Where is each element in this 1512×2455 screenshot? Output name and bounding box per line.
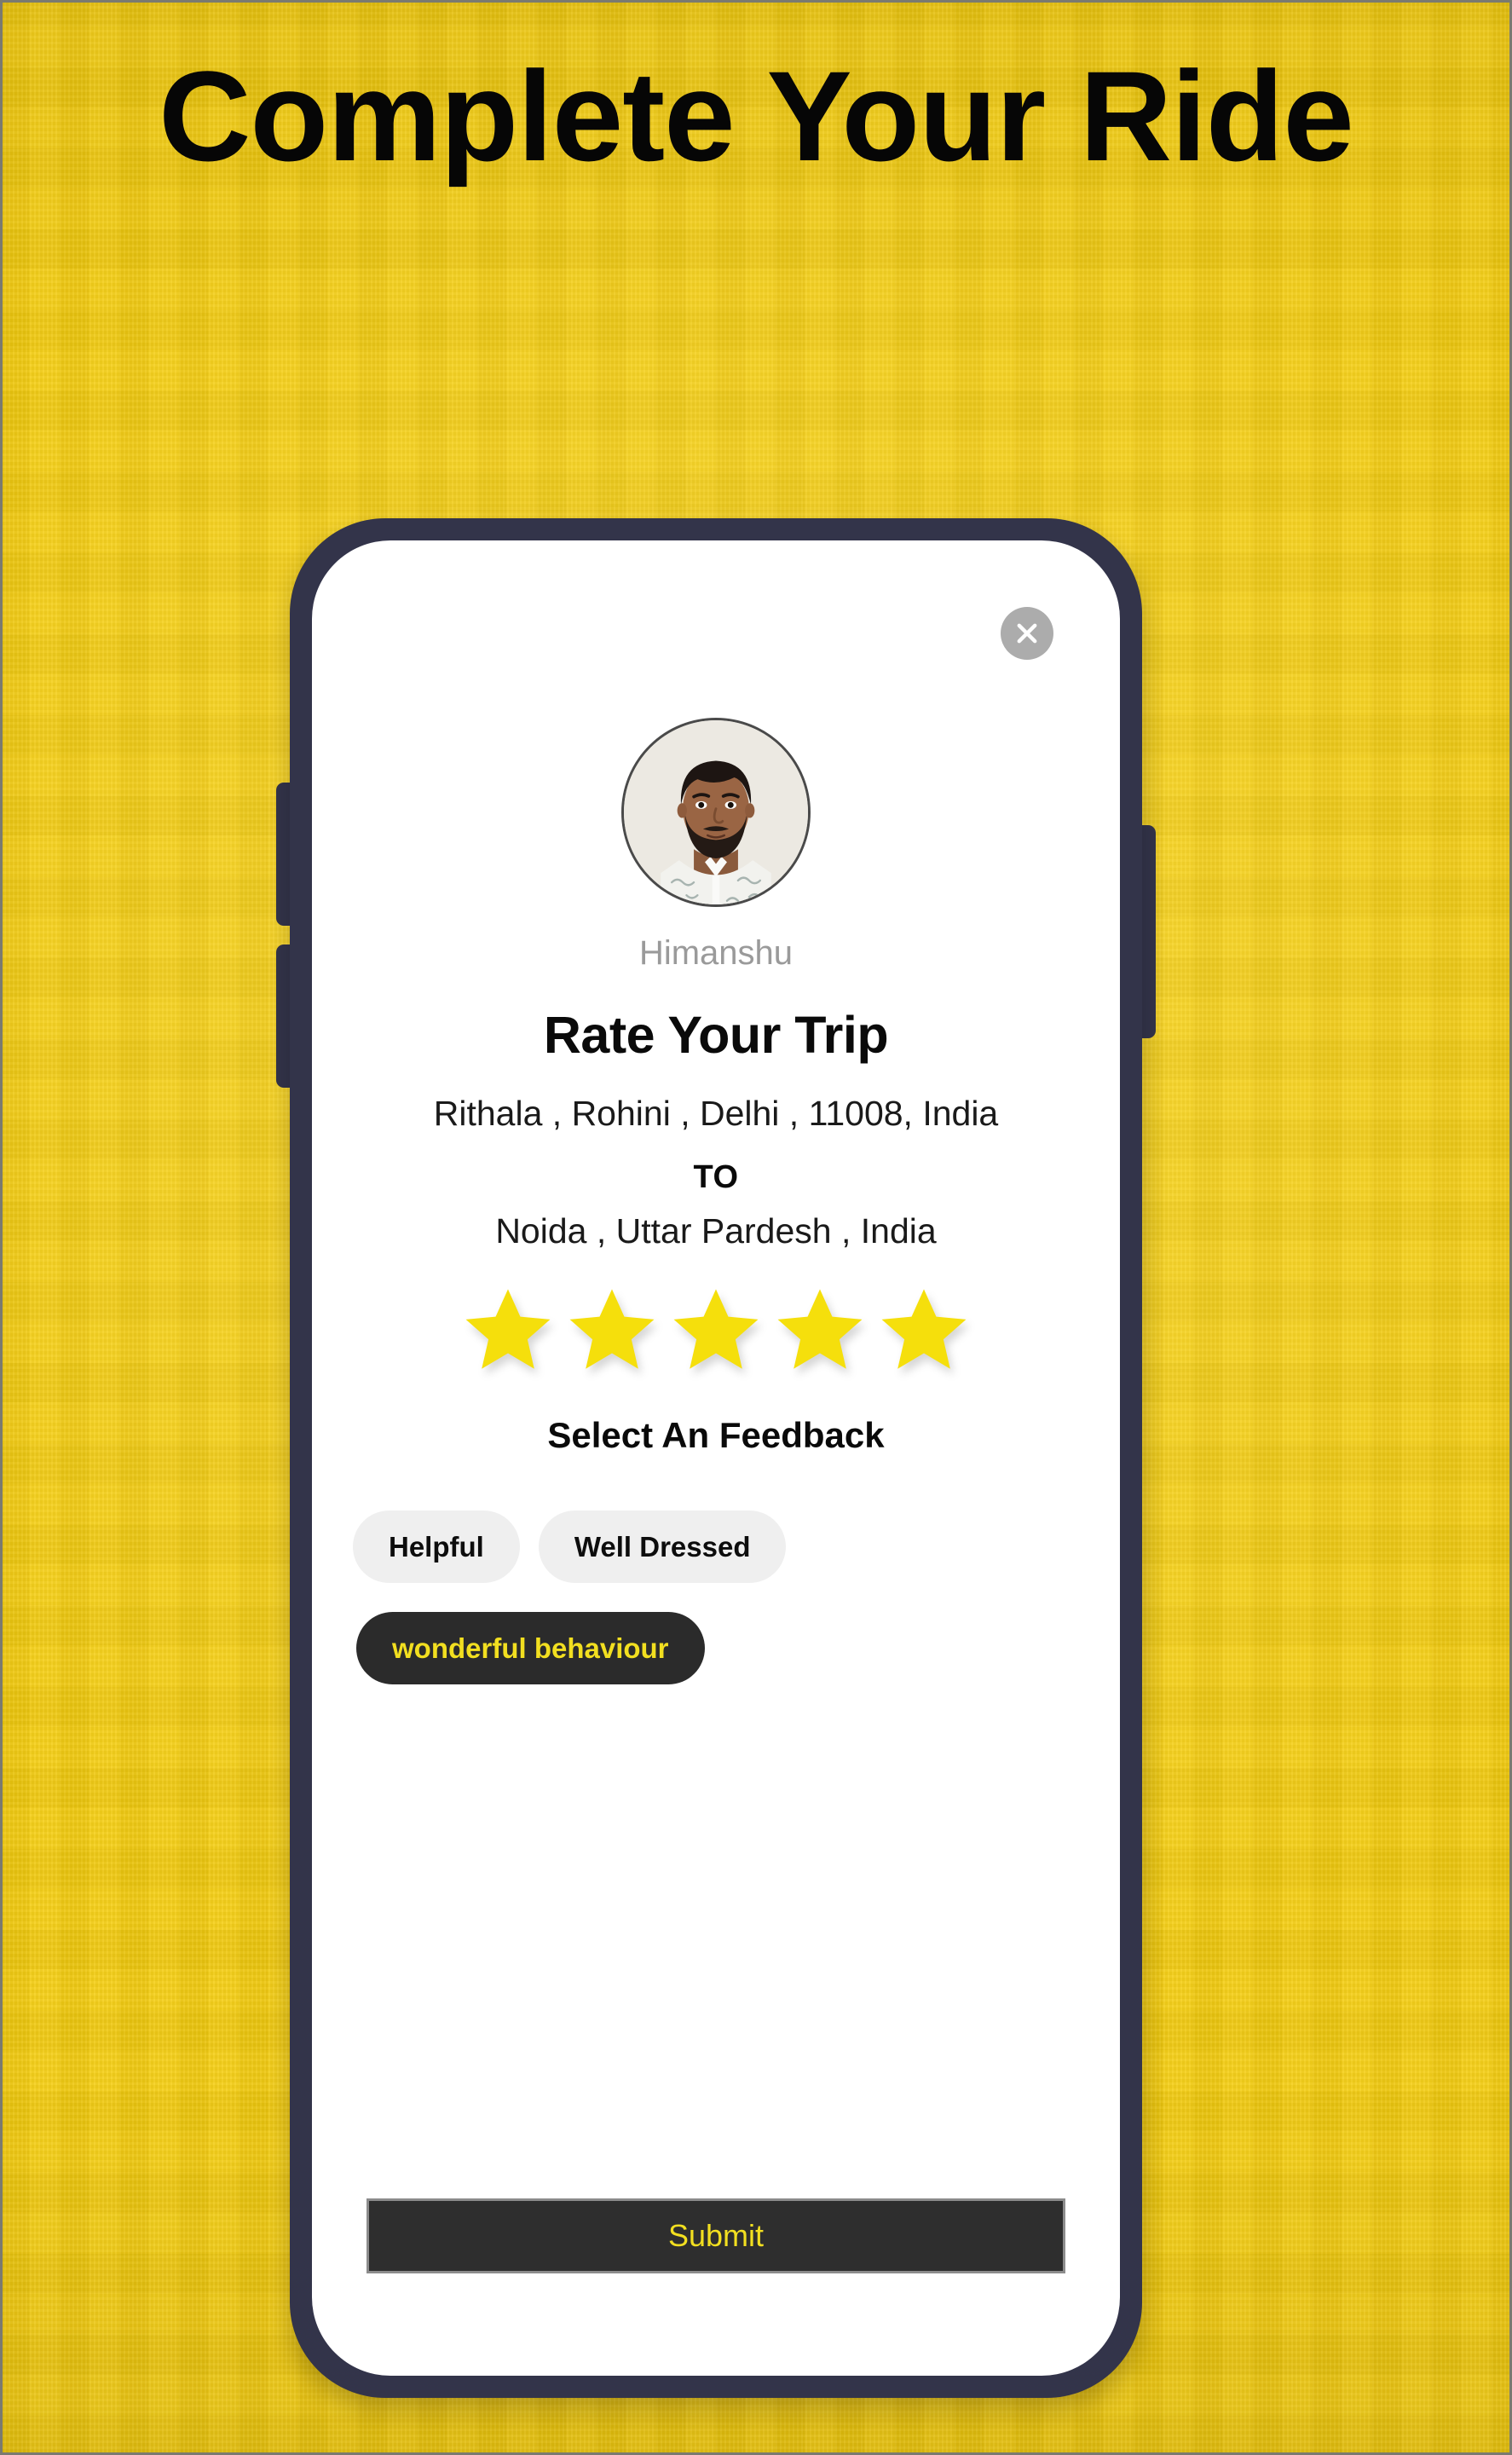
dropoff-address: Noida , Uttar Pardesh , India: [495, 1211, 937, 1251]
avatar: [621, 718, 811, 907]
feedback-heading: Select An Feedback: [547, 1415, 885, 1455]
close-icon: [1017, 623, 1037, 644]
star-rating[interactable]: [349, 1282, 1082, 1378]
star-icon-4[interactable]: [772, 1282, 868, 1378]
feedback-chip-well-dressed[interactable]: Well Dressed: [538, 1511, 787, 1583]
submit-button[interactable]: Submit: [366, 2198, 1065, 2273]
star-icon-1[interactable]: [460, 1282, 556, 1378]
feedback-chip-helpful[interactable]: Helpful: [353, 1511, 520, 1583]
submit-area: Submit: [366, 2198, 1065, 2273]
phone-mockup: Himanshu Rate Your Trip Rithala , Rohini…: [276, 518, 1156, 2398]
feedback-chip-group: Helpful Well Dressed wonderful behaviour: [349, 1511, 1082, 1684]
feedback-chip-wonderful-behaviour[interactable]: wonderful behaviour: [356, 1612, 705, 1684]
close-button[interactable]: [1001, 607, 1053, 660]
star-icon-5[interactable]: [876, 1282, 972, 1378]
phone-screen: Himanshu Rate Your Trip Rithala , Rohini…: [312, 540, 1120, 2376]
rate-trip-heading: Rate Your Trip: [543, 1006, 889, 1064]
page-title: Complete Your Ride: [159, 44, 1354, 188]
driver-photo-illustration: [624, 720, 808, 904]
pickup-address: Rithala , Rohini , Delhi , 11008, India: [433, 1094, 999, 1133]
star-icon-3[interactable]: [668, 1282, 764, 1378]
driver-name: Himanshu: [638, 934, 794, 972]
to-label: TO: [693, 1159, 739, 1195]
star-icon-2[interactable]: [564, 1282, 660, 1378]
rating-content: Himanshu Rate Your Trip Rithala , Rohini…: [312, 718, 1120, 1684]
feedback-chip-row-2: wonderful behaviour: [353, 1612, 1082, 1684]
